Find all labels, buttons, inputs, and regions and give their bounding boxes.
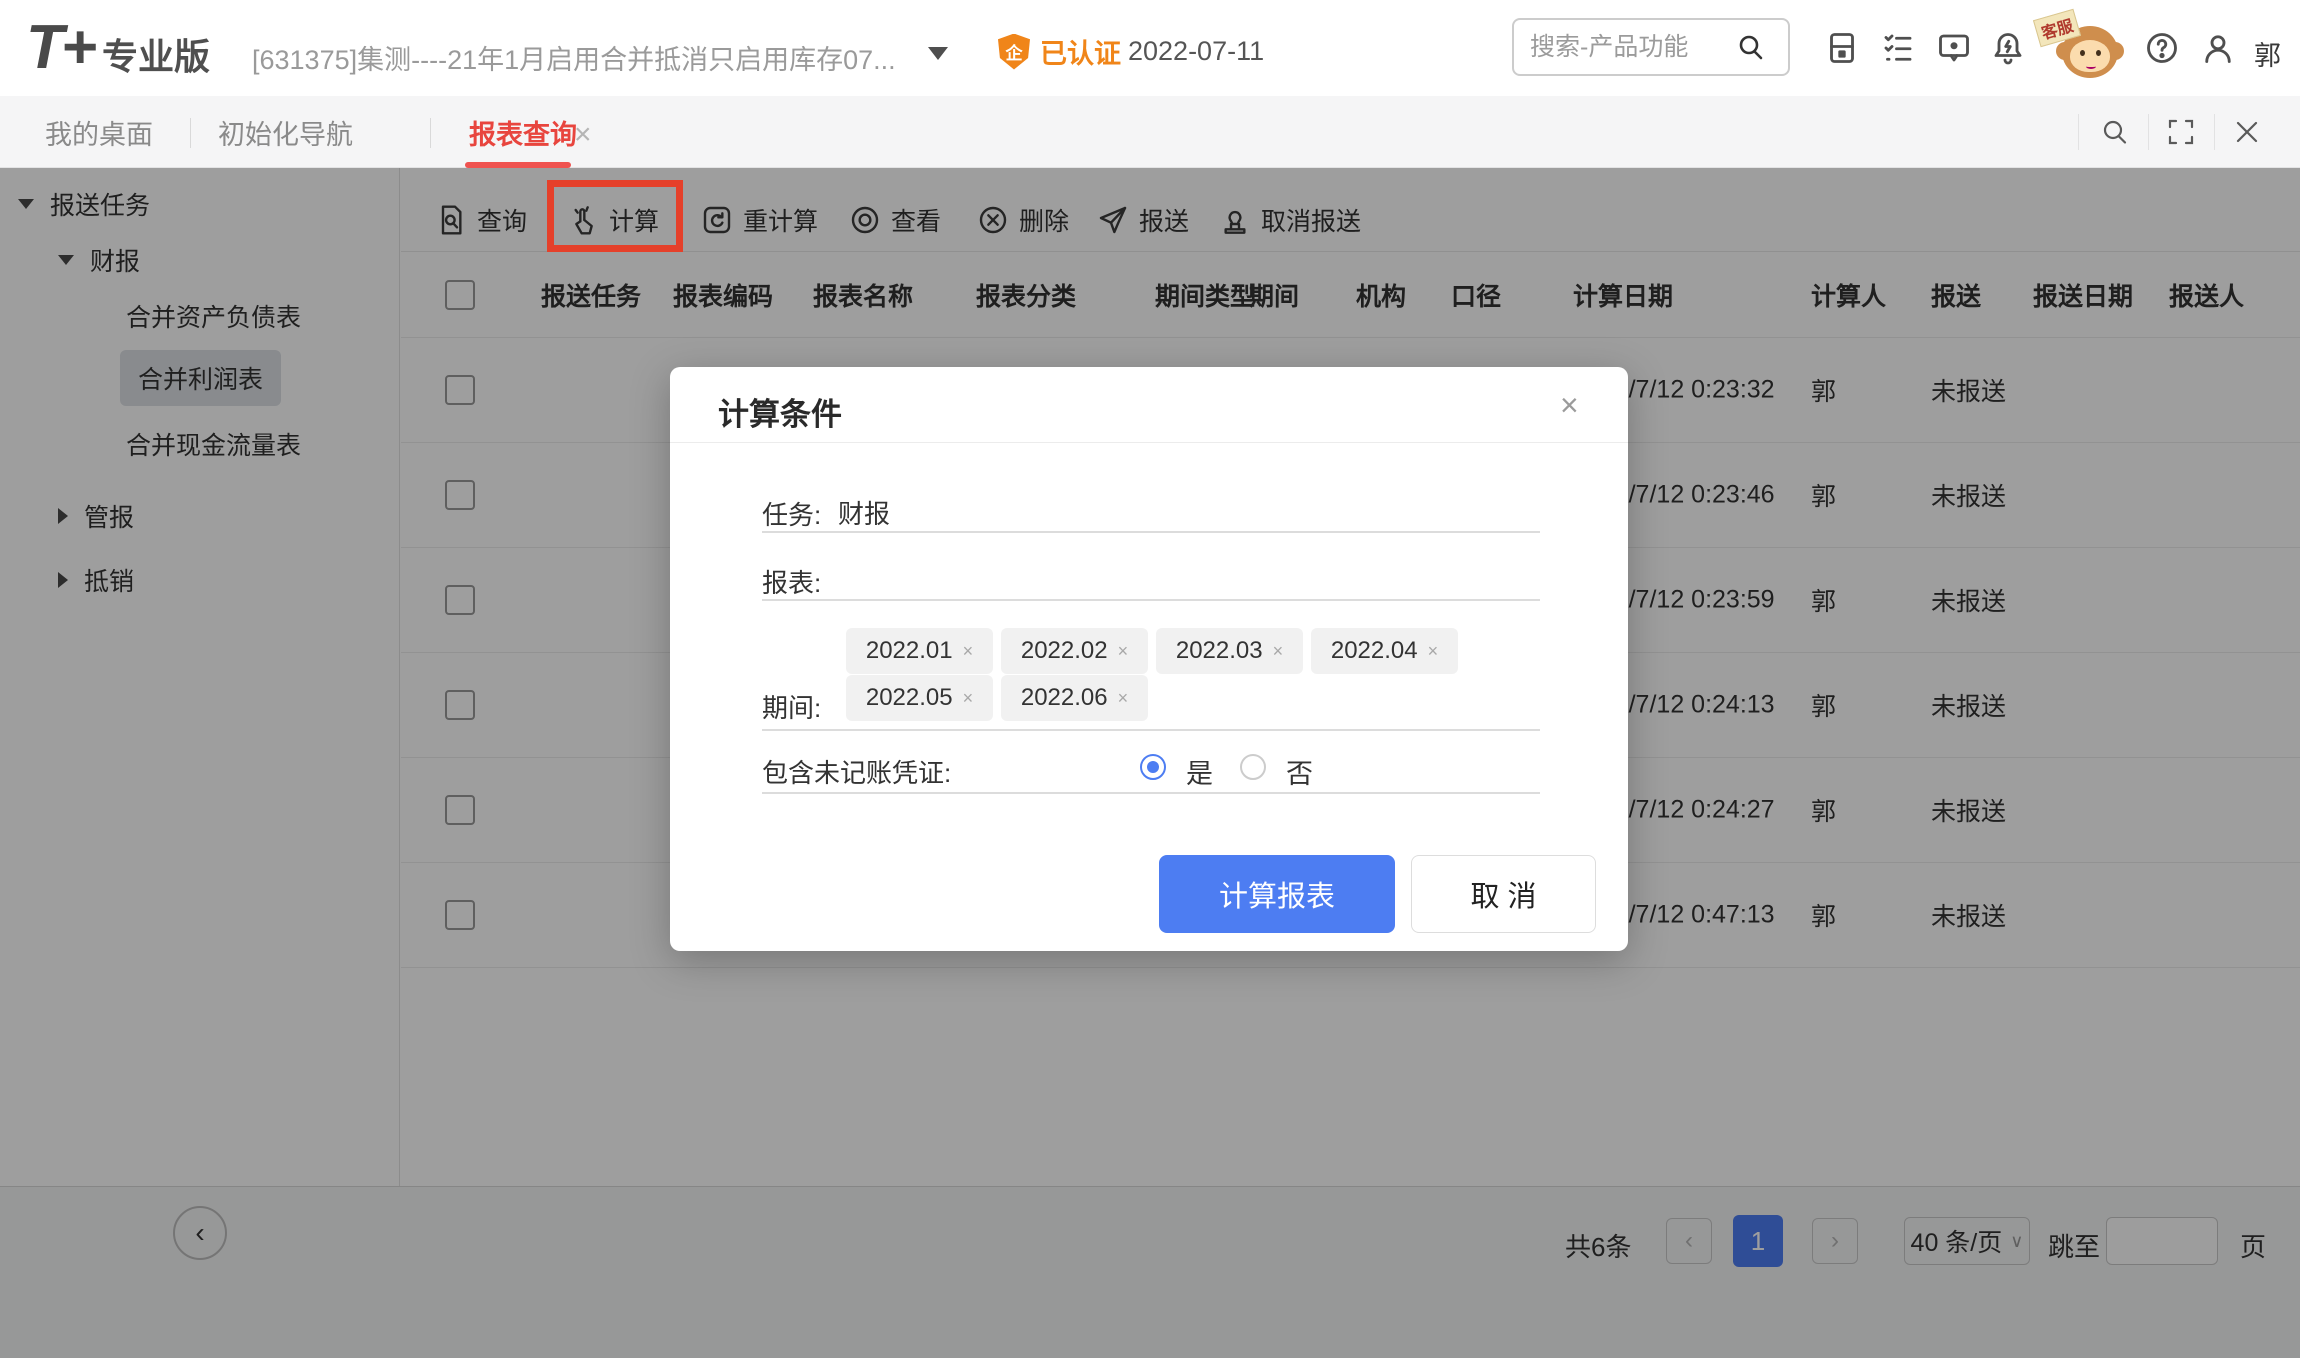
radio-no[interactable] — [1240, 754, 1266, 780]
chip-remove-icon[interactable]: × — [1118, 688, 1129, 709]
tab-report-query[interactable]: 报表查询 — [469, 96, 577, 168]
mascot-mouth — [2086, 64, 2096, 69]
account-dropdown-caret-icon[interactable] — [928, 47, 948, 60]
chip-remove-icon[interactable]: × — [963, 641, 974, 662]
calc-condition-dialog: 计算条件 × 任务: 财报 报表: 2022.01× 2022.02× 2022… — [670, 367, 1628, 951]
period-label: 期间: — [762, 688, 821, 725]
page-close-icon[interactable] — [2232, 117, 2262, 147]
tab-divider — [430, 118, 431, 148]
tabbar-divider — [2078, 114, 2079, 150]
tab-bar: 我的桌面 初始化导航 报表查询 × — [0, 96, 2300, 168]
period-chip[interactable]: 2022.05× — [846, 675, 993, 721]
task-field-underline[interactable] — [762, 531, 1540, 533]
radio-yes[interactable] — [1140, 754, 1166, 780]
chip-remove-icon[interactable]: × — [963, 688, 974, 709]
mascot-eye — [2096, 50, 2101, 56]
mascot-eye — [2080, 50, 2085, 56]
tab-close-icon[interactable]: × — [574, 118, 592, 152]
calculate-report-button[interactable]: 计算报表 — [1159, 855, 1395, 933]
certified-shield-icon: 企 — [998, 34, 1030, 70]
task-value: 财报 — [838, 494, 890, 531]
current-user-name[interactable]: 郭 — [2254, 34, 2281, 73]
period-chip[interactable]: 2022.06× — [1001, 675, 1148, 721]
certified-label: 已认证 — [1040, 32, 1121, 71]
edition-label: 专业版 — [102, 28, 210, 80]
product-search-input[interactable] — [1530, 33, 1730, 62]
header-date: 2022-07-11 — [1128, 36, 1264, 67]
include-unposted-label: 包含未记账凭证: — [762, 753, 951, 790]
account-title[interactable]: [631375]集测----21年1月启用合并抵消只启用库存07... — [252, 38, 896, 77]
widget-icon[interactable] — [1824, 30, 1860, 66]
search-icon[interactable] — [1736, 32, 1766, 62]
period-field-underline[interactable] — [762, 729, 1540, 731]
calculate-highlight-annotation — [547, 180, 683, 252]
tab-init-nav[interactable]: 初始化导航 — [218, 96, 353, 168]
include-field-underline — [762, 792, 1540, 794]
chip-remove-icon[interactable]: × — [1273, 641, 1284, 662]
help-icon[interactable] — [2144, 30, 2180, 66]
certified-badge: 企 已认证 — [998, 32, 1121, 71]
task-list-icon[interactable] — [1880, 30, 1916, 66]
message-icon[interactable] — [1936, 30, 1972, 66]
period-chip[interactable]: 2022.03× — [1156, 628, 1303, 674]
top-header: T+ 专业版 [631375]集测----21年1月启用合并抵消只启用库存07.… — [0, 0, 2300, 96]
product-search[interactable] — [1512, 18, 1790, 76]
page-search-icon[interactable] — [2100, 117, 2130, 147]
task-label: 任务: — [762, 495, 821, 532]
tab-my-desktop[interactable]: 我的桌面 — [45, 96, 153, 168]
cancel-button[interactable]: 取 消 — [1411, 855, 1596, 933]
app-window: T+ 专业版 [631375]集测----21年1月启用合并抵消只启用库存07.… — [0, 0, 2300, 1358]
user-icon[interactable] — [2200, 30, 2236, 66]
tabbar-divider — [2148, 114, 2149, 150]
support-mascot[interactable]: 客服 — [2036, 14, 2132, 90]
dialog-header: 计算条件 × — [670, 367, 1628, 443]
notification-bell-icon[interactable] — [1990, 30, 2026, 66]
report-field-underline[interactable] — [762, 599, 1540, 601]
dialog-title: 计算条件 — [718, 389, 842, 434]
radio-yes-label[interactable]: 是 — [1186, 752, 1213, 791]
tabbar-divider — [2214, 114, 2215, 150]
chip-remove-icon[interactable]: × — [1428, 641, 1439, 662]
period-chip[interactable]: 2022.04× — [1311, 628, 1458, 674]
period-chip[interactable]: 2022.01× — [846, 628, 993, 674]
radio-no-label[interactable]: 否 — [1286, 752, 1313, 791]
tab-divider — [190, 118, 191, 148]
dialog-close-icon[interactable]: × — [1560, 387, 1579, 424]
chip-remove-icon[interactable]: × — [1118, 641, 1129, 662]
fullscreen-icon[interactable] — [2166, 117, 2196, 147]
report-label: 报表: — [762, 563, 821, 600]
period-chip[interactable]: 2022.02× — [1001, 628, 1148, 674]
tplus-logo: T+ — [26, 12, 94, 83]
